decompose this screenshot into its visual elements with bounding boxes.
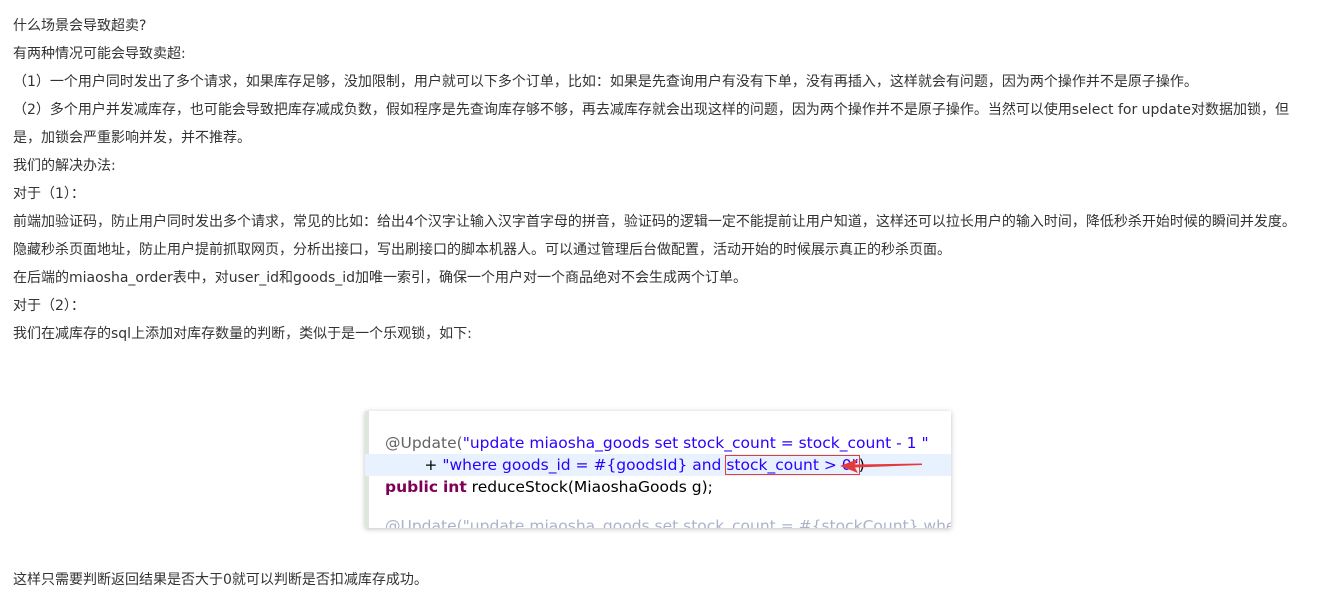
code-keyword-int: int — [442, 478, 467, 496]
paragraph-case-1: （1）一个用户同时发出了多个请求，如果库存足够，没加限制，用户就可以下多个订单，… — [13, 74, 1198, 90]
paragraph-optimistic-lock: 我们在减库存的sql上添加对库存数量的判断，类似于是一个乐观锁，如下: — [13, 326, 472, 342]
code-line-4-cutoff: @Update("update miaosha_goods set stock_… — [365, 515, 951, 528]
paragraph-for-1: 对于（1）： — [13, 186, 85, 202]
paragraph-case-2: （2）多个用户并发减库存，也可能会导致把库存减成负数，假如程序是先查询库存够不够… — [13, 102, 1289, 146]
code-line-1: @Update("update miaosha_goods set stock_… — [365, 432, 951, 454]
code-method-signature: reduceStock(MiaoshaGoods g); — [466, 478, 713, 496]
paragraph-two-cases: 有两种情况可能会导致卖超: — [13, 46, 186, 62]
code-partial-line: @Update("update miaosha_goods set stock_… — [385, 517, 951, 528]
code-annotation: @Update( — [385, 434, 463, 452]
article-body: 什么场景会导致超卖? 有两种情况可能会导致卖超: （1）一个用户同时发出了多个请… — [13, 0, 1308, 348]
code-indent-plus: + — [385, 456, 443, 474]
paragraph-solution-title: 我们的解决办法: — [13, 158, 116, 174]
paragraph-unique-index: 在后端的miaosha_order表中，对user_id和goods_id加唯一… — [13, 270, 748, 286]
heading-question: 什么场景会导致超卖? — [13, 18, 147, 34]
paragraph-captcha: 前端加验证码，防止用户同时发出多个请求，常见的比如：给出4个汉字让输入汉字首字母… — [13, 214, 1296, 230]
code-line-3: public int reduceStock(MiaoshaGoods g); — [365, 476, 951, 498]
paragraph-for-2: 对于（2）： — [13, 298, 85, 314]
code-keyword-public: public — [385, 478, 439, 496]
paragraph-hide-url: 隐藏秒杀页面地址，防止用户提前抓取网页，分析出接口，写出刷接口的脚本机器人。可以… — [13, 242, 951, 258]
paragraph-conclusion: 这样只需要判断返回结果是否大于0就可以判断是否扣减库存成功。 — [13, 572, 428, 588]
code-string-2: "where goods_id = #{goodsId} and — [442, 456, 727, 474]
code-string-1: "update miaosha_goods set stock_count = … — [462, 434, 929, 452]
red-arrow-icon — [840, 459, 922, 473]
